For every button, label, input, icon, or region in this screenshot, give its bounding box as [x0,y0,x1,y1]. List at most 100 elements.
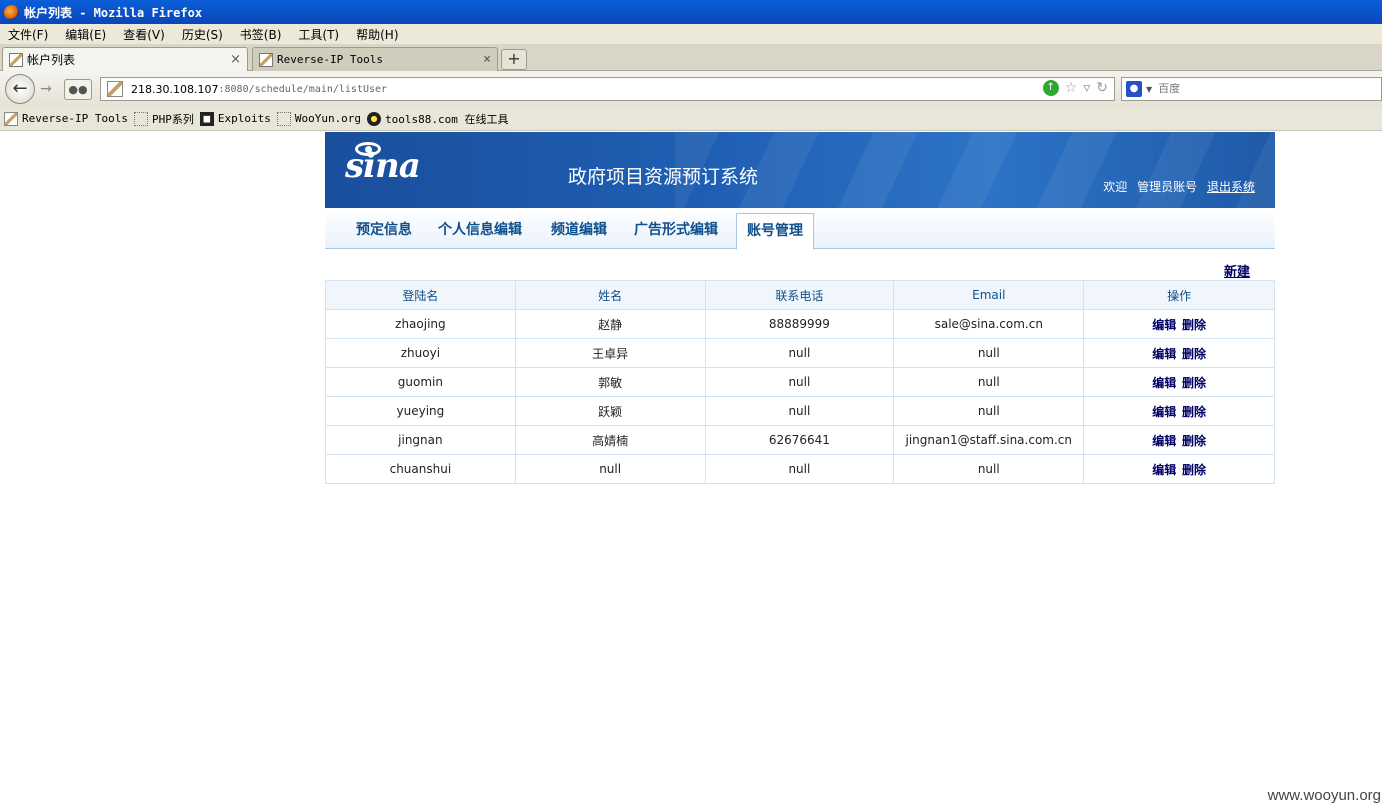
delete-link[interactable]: 删除 [1182,318,1206,332]
reload-icon[interactable]: ↻ [1096,80,1108,96]
search-bar: ● ▼ [1121,77,1382,101]
edit-link[interactable]: 编辑 [1152,376,1176,390]
forward-arrow-icon: → [40,81,52,97]
forward-button[interactable]: → [35,79,57,99]
bookmark-label: Exploits [217,112,271,125]
go-icon[interactable]: ↑ [1042,80,1059,96]
site-identity-icon: ●● [68,83,88,96]
logout-link[interactable]: 退出系统 [1207,180,1255,194]
edit-link[interactable]: 编辑 [1152,434,1176,448]
edit-link[interactable]: 编辑 [1152,347,1176,361]
table-row: chuanshui null null null 编辑 删除 [325,454,1275,484]
cell-name: 郭敏 [514,367,706,397]
url-bar[interactable]: 218.30.108.107 :8080/schedule/main/listU… [100,77,1115,101]
menu-edit[interactable]: 编辑(E) [57,26,115,43]
url-bar-actions: ↑ ☆ ▿ ↻ [1042,80,1108,96]
pen-icon [4,111,18,126]
header-email: Email [893,280,1085,310]
bookmark-label: tools88.com 在线工具 [385,112,509,126]
header-actions: 操作 [1083,280,1275,310]
edit-link[interactable]: 编辑 [1152,405,1176,419]
welcome-text: 欢迎 [1103,180,1128,194]
cell-name: 王卓异 [514,338,706,368]
header-decoration [675,132,1275,208]
delete-link[interactable]: 删除 [1182,405,1206,419]
bookmark-star-icon[interactable]: ☆ [1065,80,1078,96]
menu-file[interactable]: 文件(F) [0,26,57,43]
dropdown-icon[interactable]: ▿ [1083,80,1090,96]
cell-phone: 88889999 [704,309,895,339]
cell-phone: null [704,338,895,368]
table-row: jingnan 高婧楠 62676641 jingnan1@staff.sina… [325,425,1275,455]
navigation-bar: ← → ●● 218.30.108.107 :8080/schedule/mai… [0,71,1382,107]
tab-account-list[interactable]: 帐户列表 × [2,47,248,71]
nav-ad-format-edit[interactable]: 广告形式编辑 [634,219,718,239]
delete-link[interactable]: 删除 [1182,434,1206,448]
menu-view[interactable]: 查看(V) [115,26,174,43]
menu-tools[interactable]: 工具(T) [290,26,348,43]
menu-help[interactable]: 帮助(H) [348,26,407,43]
bookmark-php[interactable]: PHP系列 [133,111,194,127]
nav-channel-edit[interactable]: 频道编辑 [551,219,607,239]
system-title: 政府项目资源预订系统 [568,166,759,188]
menu-history[interactable]: 历史(S) [174,26,232,43]
nav-profile-edit[interactable]: 个人信息编辑 [438,219,522,239]
cell-name: null [514,454,706,484]
url-host: 218.30.108.107 [131,82,219,96]
cell-actions: 编辑 删除 [1083,367,1275,397]
table-row: guomin 郭敏 null null 编辑 删除 [325,367,1275,397]
window-titlebar: 帐户列表 - Mozilla Firefox [0,0,1382,24]
bookmark-exploits[interactable]: ■ Exploits [199,111,271,126]
edit-link[interactable]: 编辑 [1152,463,1176,477]
radiation-icon [367,111,382,126]
new-account-link[interactable]: 新建 [1224,261,1250,280]
edit-link[interactable]: 编辑 [1152,318,1176,332]
cell-name: 跃颖 [514,396,706,426]
close-tab-icon[interactable]: × [230,52,241,67]
back-button[interactable]: ← [5,74,35,104]
delete-link[interactable]: 删除 [1182,347,1206,361]
cell-login: zhuoyi [325,338,516,368]
cell-login: zhaojing [325,309,516,339]
table-row: zhaojing 赵静 88889999 sale@sina.com.cn 编辑… [325,309,1275,339]
nav-account-management[interactable]: 账号管理 [736,213,814,250]
site-identity-button[interactable]: ●● [64,79,92,100]
page-icon [9,52,23,67]
cell-actions: 编辑 删除 [1083,454,1275,484]
bookmark-tools88[interactable]: tools88.com 在线工具 [367,111,509,127]
folder-icon [276,111,291,126]
tab-label: 帐户列表 [27,53,76,67]
account-name: 管理员账号 [1137,180,1198,194]
cell-email: null [893,367,1085,397]
cell-actions: 编辑 删除 [1083,309,1275,339]
search-input[interactable] [1158,83,1359,95]
engine-dropdown-icon[interactable]: ▼ [1146,85,1152,94]
cell-email: null [893,454,1085,484]
cell-actions: 编辑 删除 [1083,396,1275,426]
cell-email: null [893,338,1085,368]
delete-link[interactable]: 删除 [1182,376,1206,390]
cell-name: 高婧楠 [514,425,706,455]
header-name: 姓名 [514,280,706,310]
nav-booking-info[interactable]: 预定信息 [356,219,412,239]
watermark: www.wooyun.org [1266,787,1382,804]
cell-email: jingnan1@staff.sina.com.cn [893,425,1085,455]
exploit-icon: ■ [199,111,214,126]
menu-bookmarks[interactable]: 书签(B) [232,26,291,43]
menubar: 文件(F) 编辑(E) 查看(V) 历史(S) 书签(B) 工具(T) 帮助(H… [0,24,1382,44]
cell-login: yueying [325,396,516,426]
table-row: zhuoyi 王卓异 null null 编辑 删除 [325,338,1275,368]
user-area: 欢迎 管理员账号 退出系统 [1103,178,1255,195]
new-tab-button[interactable]: + [501,49,527,70]
bookmark-wooyun[interactable]: WooYun.org [276,111,361,126]
cell-email: null [893,396,1085,426]
cell-name: 赵静 [514,309,706,339]
cell-phone: 62676641 [704,425,895,455]
close-tab-icon[interactable]: × [483,52,491,67]
delete-link[interactable]: 删除 [1182,463,1206,477]
baidu-paw-icon[interactable]: ● [1126,81,1142,97]
tab-reverse-ip[interactable]: Reverse-IP Tools × [252,47,498,71]
cell-email: sale@sina.com.cn [893,309,1085,339]
cell-phone: null [704,454,895,484]
bookmark-reverse-ip[interactable]: Reverse-IP Tools [4,111,128,126]
